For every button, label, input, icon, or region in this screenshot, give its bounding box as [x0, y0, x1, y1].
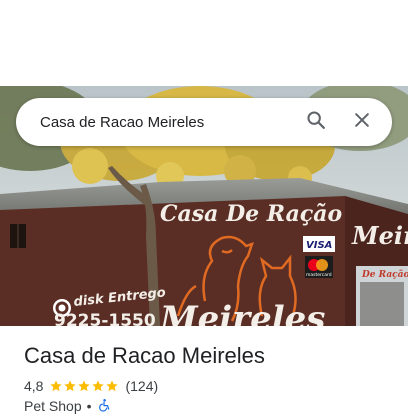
review-count[interactable]: (124): [125, 378, 158, 394]
star-icon: [64, 380, 77, 392]
shop-sign-text: De Ração: [361, 269, 408, 280]
rating-row[interactable]: 4,8 (124): [24, 377, 158, 395]
sign-bottom-text: Meireles: [159, 299, 325, 326]
search-icon: [305, 109, 327, 136]
top-blank-area: [0, 0, 408, 86]
close-icon: [352, 110, 372, 135]
sign-side-text: Meirel: [351, 221, 408, 250]
star-icon: [106, 380, 119, 392]
clear-search-button[interactable]: [344, 104, 380, 140]
sign-main-text: Casa De Ração: [160, 201, 342, 227]
star-rating: [49, 379, 119, 393]
search-bar: [16, 98, 392, 146]
star-icon: [50, 380, 63, 392]
mastercard-logo: mastercard: [306, 272, 332, 278]
place-title: Casa de Racao Meireles: [24, 343, 265, 368]
star-icon: [78, 380, 91, 392]
phone-number-text: 9225-1550: [54, 311, 156, 326]
star-icon: [92, 380, 105, 392]
rating-value: 4,8: [24, 378, 44, 394]
search-button[interactable]: [298, 104, 334, 140]
search-input[interactable]: [40, 113, 288, 131]
visa-logo: VISA: [306, 240, 332, 251]
